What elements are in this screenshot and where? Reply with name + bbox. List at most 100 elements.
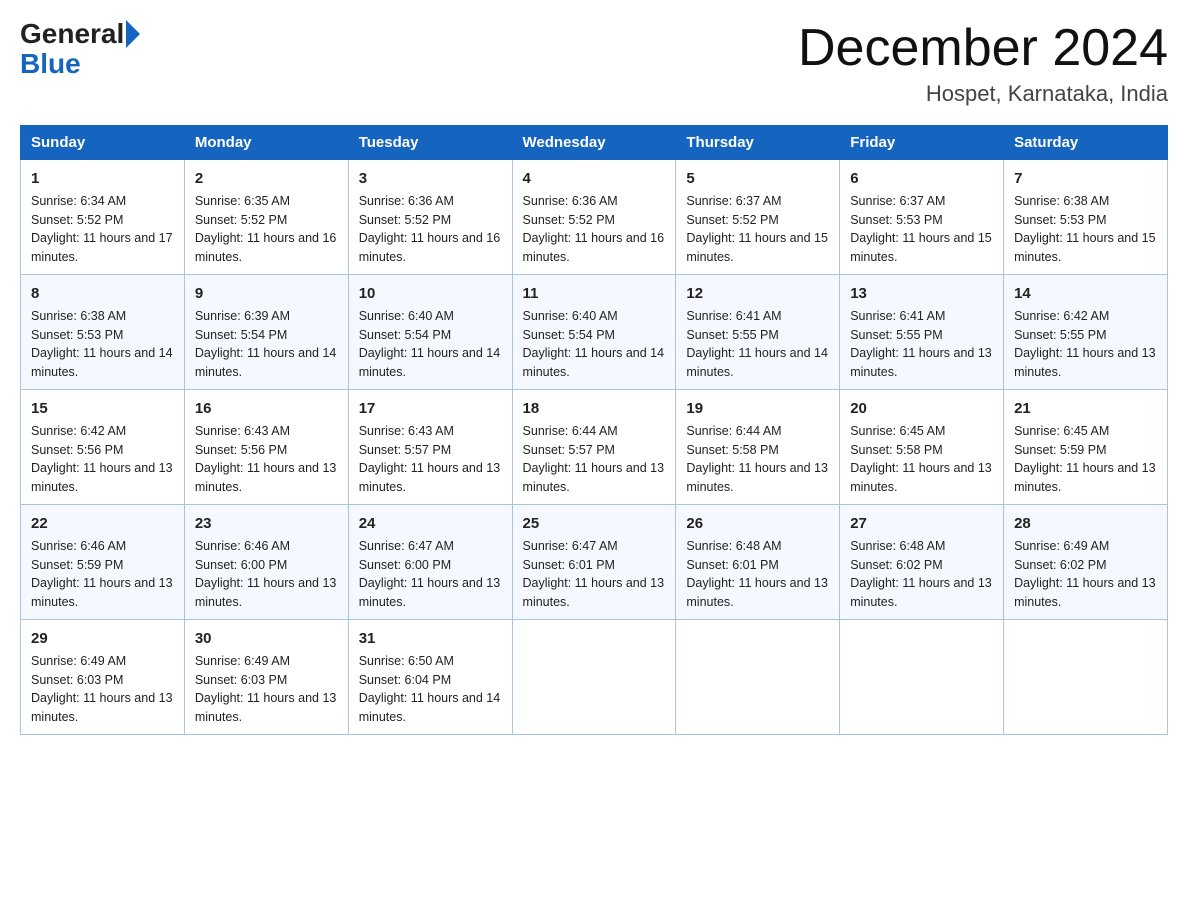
day-info: Sunrise: 6:50 AM Sunset: 6:04 PM Dayligh…: [359, 654, 501, 724]
day-info: Sunrise: 6:45 AM Sunset: 5:59 PM Dayligh…: [1014, 424, 1156, 494]
day-number: 3: [359, 168, 502, 189]
day-number: 9: [195, 283, 338, 304]
day-number: 2: [195, 168, 338, 189]
day-info: Sunrise: 6:49 AM Sunset: 6:02 PM Dayligh…: [1014, 539, 1156, 609]
calendar-cell: [512, 620, 676, 735]
calendar-cell: 6 Sunrise: 6:37 AM Sunset: 5:53 PM Dayli…: [840, 160, 1004, 275]
calendar-cell: 15 Sunrise: 6:42 AM Sunset: 5:56 PM Dayl…: [21, 390, 185, 505]
calendar-cell: 31 Sunrise: 6:50 AM Sunset: 6:04 PM Dayl…: [348, 620, 512, 735]
day-info: Sunrise: 6:40 AM Sunset: 5:54 PM Dayligh…: [359, 309, 501, 379]
calendar-cell: 11 Sunrise: 6:40 AM Sunset: 5:54 PM Dayl…: [512, 275, 676, 390]
calendar-header-row: SundayMondayTuesdayWednesdayThursdayFrid…: [21, 126, 1168, 160]
calendar-cell: 23 Sunrise: 6:46 AM Sunset: 6:00 PM Dayl…: [184, 505, 348, 620]
day-number: 22: [31, 513, 174, 534]
day-info: Sunrise: 6:41 AM Sunset: 5:55 PM Dayligh…: [850, 309, 992, 379]
calendar-table: SundayMondayTuesdayWednesdayThursdayFrid…: [20, 125, 1168, 735]
day-header-saturday: Saturday: [1004, 126, 1168, 160]
calendar-week-row: 1 Sunrise: 6:34 AM Sunset: 5:52 PM Dayli…: [21, 160, 1168, 275]
calendar-cell: 13 Sunrise: 6:41 AM Sunset: 5:55 PM Dayl…: [840, 275, 1004, 390]
calendar-cell: 24 Sunrise: 6:47 AM Sunset: 6:00 PM Dayl…: [348, 505, 512, 620]
logo-arrow-icon: [126, 20, 140, 48]
day-info: Sunrise: 6:35 AM Sunset: 5:52 PM Dayligh…: [195, 194, 337, 264]
day-info: Sunrise: 6:48 AM Sunset: 6:01 PM Dayligh…: [686, 539, 828, 609]
day-number: 15: [31, 398, 174, 419]
day-info: Sunrise: 6:41 AM Sunset: 5:55 PM Dayligh…: [686, 309, 828, 379]
calendar-cell: 18 Sunrise: 6:44 AM Sunset: 5:57 PM Dayl…: [512, 390, 676, 505]
day-header-sunday: Sunday: [21, 126, 185, 160]
logo-general-text: General: [20, 20, 124, 48]
day-number: 31: [359, 628, 502, 649]
day-number: 4: [523, 168, 666, 189]
page-header: General Blue December 2024 Hospet, Karna…: [20, 20, 1168, 107]
calendar-week-row: 22 Sunrise: 6:46 AM Sunset: 5:59 PM Dayl…: [21, 505, 1168, 620]
calendar-cell: 29 Sunrise: 6:49 AM Sunset: 6:03 PM Dayl…: [21, 620, 185, 735]
day-info: Sunrise: 6:37 AM Sunset: 5:53 PM Dayligh…: [850, 194, 992, 264]
day-info: Sunrise: 6:40 AM Sunset: 5:54 PM Dayligh…: [523, 309, 665, 379]
calendar-cell: 1 Sunrise: 6:34 AM Sunset: 5:52 PM Dayli…: [21, 160, 185, 275]
day-info: Sunrise: 6:37 AM Sunset: 5:52 PM Dayligh…: [686, 194, 828, 264]
day-number: 8: [31, 283, 174, 304]
day-info: Sunrise: 6:47 AM Sunset: 6:01 PM Dayligh…: [523, 539, 665, 609]
day-number: 16: [195, 398, 338, 419]
calendar-cell: 17 Sunrise: 6:43 AM Sunset: 5:57 PM Dayl…: [348, 390, 512, 505]
day-number: 27: [850, 513, 993, 534]
day-number: 5: [686, 168, 829, 189]
calendar-cell: 12 Sunrise: 6:41 AM Sunset: 5:55 PM Dayl…: [676, 275, 840, 390]
calendar-cell: 10 Sunrise: 6:40 AM Sunset: 5:54 PM Dayl…: [348, 275, 512, 390]
calendar-cell: 22 Sunrise: 6:46 AM Sunset: 5:59 PM Dayl…: [21, 505, 185, 620]
day-number: 30: [195, 628, 338, 649]
day-number: 18: [523, 398, 666, 419]
calendar-cell: 19 Sunrise: 6:44 AM Sunset: 5:58 PM Dayl…: [676, 390, 840, 505]
day-info: Sunrise: 6:34 AM Sunset: 5:52 PM Dayligh…: [31, 194, 173, 264]
day-number: 24: [359, 513, 502, 534]
day-header-tuesday: Tuesday: [348, 126, 512, 160]
calendar-cell: [840, 620, 1004, 735]
calendar-cell: 30 Sunrise: 6:49 AM Sunset: 6:03 PM Dayl…: [184, 620, 348, 735]
day-info: Sunrise: 6:42 AM Sunset: 5:55 PM Dayligh…: [1014, 309, 1156, 379]
day-number: 12: [686, 283, 829, 304]
day-info: Sunrise: 6:39 AM Sunset: 5:54 PM Dayligh…: [195, 309, 337, 379]
day-number: 25: [523, 513, 666, 534]
calendar-cell: 14 Sunrise: 6:42 AM Sunset: 5:55 PM Dayl…: [1004, 275, 1168, 390]
day-number: 23: [195, 513, 338, 534]
day-number: 14: [1014, 283, 1157, 304]
day-info: Sunrise: 6:42 AM Sunset: 5:56 PM Dayligh…: [31, 424, 173, 494]
day-header-thursday: Thursday: [676, 126, 840, 160]
day-number: 1: [31, 168, 174, 189]
month-year-title: December 2024: [798, 20, 1168, 77]
day-info: Sunrise: 6:36 AM Sunset: 5:52 PM Dayligh…: [523, 194, 665, 264]
day-number: 17: [359, 398, 502, 419]
calendar-week-row: 8 Sunrise: 6:38 AM Sunset: 5:53 PM Dayli…: [21, 275, 1168, 390]
day-info: Sunrise: 6:46 AM Sunset: 6:00 PM Dayligh…: [195, 539, 337, 609]
day-info: Sunrise: 6:43 AM Sunset: 5:57 PM Dayligh…: [359, 424, 501, 494]
day-info: Sunrise: 6:49 AM Sunset: 6:03 PM Dayligh…: [195, 654, 337, 724]
calendar-cell: 26 Sunrise: 6:48 AM Sunset: 6:01 PM Dayl…: [676, 505, 840, 620]
day-number: 20: [850, 398, 993, 419]
calendar-week-row: 15 Sunrise: 6:42 AM Sunset: 5:56 PM Dayl…: [21, 390, 1168, 505]
logo-blue-text: Blue: [20, 48, 81, 79]
day-number: 19: [686, 398, 829, 419]
day-header-monday: Monday: [184, 126, 348, 160]
calendar-cell: 16 Sunrise: 6:43 AM Sunset: 5:56 PM Dayl…: [184, 390, 348, 505]
day-number: 6: [850, 168, 993, 189]
calendar-cell: 3 Sunrise: 6:36 AM Sunset: 5:52 PM Dayli…: [348, 160, 512, 275]
title-block: December 2024 Hospet, Karnataka, India: [798, 20, 1168, 107]
day-number: 26: [686, 513, 829, 534]
calendar-cell: [1004, 620, 1168, 735]
day-header-friday: Friday: [840, 126, 1004, 160]
calendar-cell: 9 Sunrise: 6:39 AM Sunset: 5:54 PM Dayli…: [184, 275, 348, 390]
day-number: 11: [523, 283, 666, 304]
day-number: 7: [1014, 168, 1157, 189]
day-number: 28: [1014, 513, 1157, 534]
day-info: Sunrise: 6:48 AM Sunset: 6:02 PM Dayligh…: [850, 539, 992, 609]
day-header-wednesday: Wednesday: [512, 126, 676, 160]
day-info: Sunrise: 6:45 AM Sunset: 5:58 PM Dayligh…: [850, 424, 992, 494]
day-info: Sunrise: 6:43 AM Sunset: 5:56 PM Dayligh…: [195, 424, 337, 494]
day-info: Sunrise: 6:36 AM Sunset: 5:52 PM Dayligh…: [359, 194, 501, 264]
calendar-week-row: 29 Sunrise: 6:49 AM Sunset: 6:03 PM Dayl…: [21, 620, 1168, 735]
logo: General Blue: [20, 20, 142, 80]
location-title: Hospet, Karnataka, India: [798, 81, 1168, 107]
calendar-cell: [676, 620, 840, 735]
day-number: 10: [359, 283, 502, 304]
calendar-cell: 25 Sunrise: 6:47 AM Sunset: 6:01 PM Dayl…: [512, 505, 676, 620]
